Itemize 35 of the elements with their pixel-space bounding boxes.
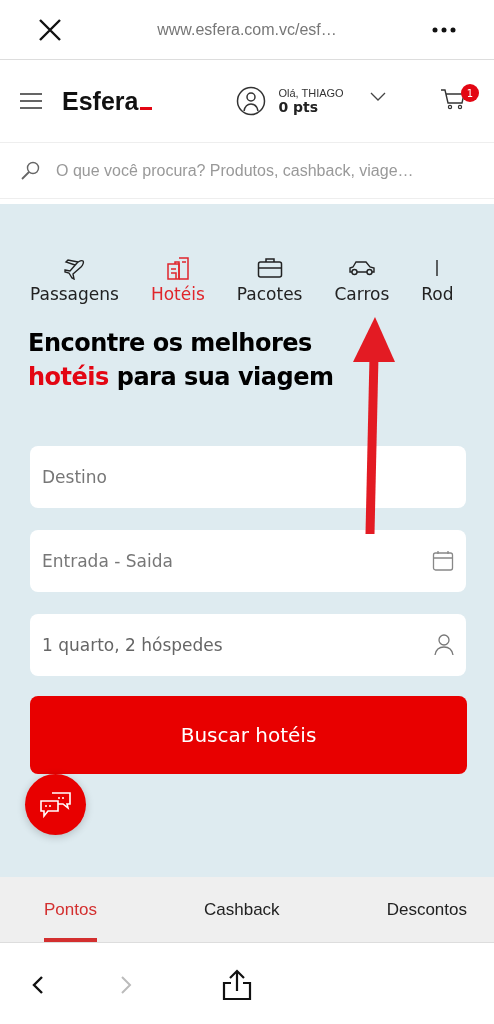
search-hotels-button[interactable]: Buscar hotéis [30,696,467,774]
url-text: www.esfera.com.vc/esf… [156,20,338,39]
building-icon [165,256,190,280]
chat-bubbles-icon [37,789,74,820]
category-tab[interactable]: Hotéis [150,256,205,304]
share-icon[interactable] [222,968,252,1001]
bottom-tab[interactable]: Descontos [386,877,467,942]
category-tab[interactable]: Rod [421,256,454,304]
airplane-icon [62,256,87,280]
cart-count-badge: 1 [461,84,479,102]
search-icon[interactable] [20,160,40,181]
category-tab[interactable]: Passagens [30,256,119,304]
cart-icon[interactable] [440,88,466,110]
person-icon [434,634,454,656]
bottom-tab[interactable]: Cashback [204,877,280,942]
close-icon[interactable] [38,17,62,42]
headline-text: Encontre os melhores hotéis para sua viagem [28,328,335,393]
back-icon[interactable] [32,974,44,995]
points-text: 0 pts [278,99,320,115]
menu-icon[interactable] [20,93,42,109]
chevron-down-icon[interactable] [369,91,386,101]
logo-text[interactable]: Esfera [62,86,139,116]
input-field[interactable]: Entrada - Saida [30,530,466,592]
logo-underscore-mark [140,106,153,110]
more-icon[interactable] [432,26,456,33]
category-tab[interactable]: Pacotes [236,256,303,304]
greeting-text: Olá, THIAGO [278,87,344,99]
bottom-tab[interactable]: Pontos [44,877,97,942]
calendar-icon [432,550,454,572]
category-tab[interactable]: Carros [334,256,390,304]
chat-button[interactable] [25,774,86,835]
input-field[interactable]: 1 quarto, 2 hóspedes [30,614,466,676]
input-field[interactable]: Destino [30,446,466,508]
briefcase-icon [256,256,283,280]
user-avatar-icon[interactable] [236,86,267,116]
